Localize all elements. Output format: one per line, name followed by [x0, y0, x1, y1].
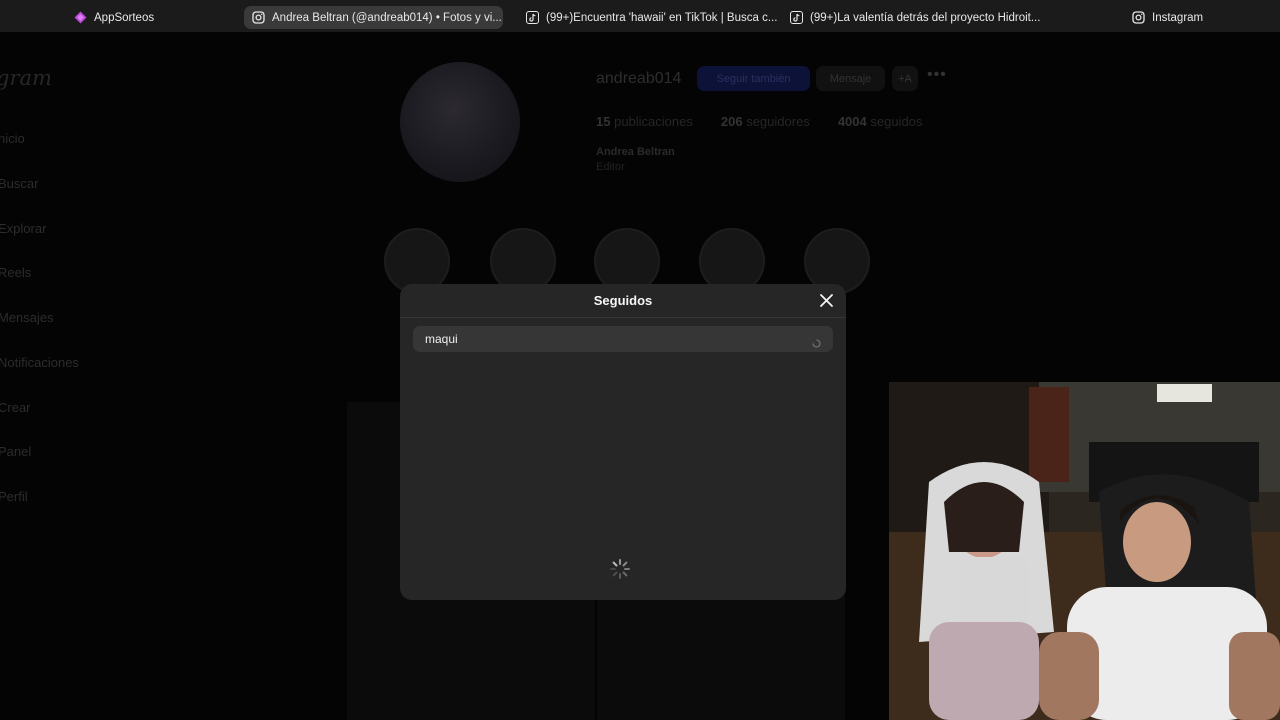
sidebar-item-buscar[interactable]: Buscar — [0, 176, 38, 191]
appsorteos-icon — [74, 11, 87, 24]
sidebar: gram nicio Buscar Explorar Reels Mensaje… — [0, 32, 200, 720]
tab-label: (99+)Encuentra 'hawaii' en TikTok | Busc… — [546, 11, 778, 24]
instagram-logo[interactable]: gram — [0, 66, 52, 90]
suggest-user-button[interactable]: +A — [892, 66, 918, 91]
followers-stat[interactable]: 206 seguidores — [721, 114, 810, 129]
dialog-header: Seguidos — [400, 284, 846, 318]
instagram-icon — [1132, 11, 1145, 24]
tab-instagram[interactable]: Instagram — [1124, 6, 1211, 29]
webcam-overlay — [889, 382, 1280, 720]
tab-label: Andrea Beltran (@andreab014) • Fotos y v… — [272, 11, 502, 24]
following-search[interactable] — [413, 326, 833, 352]
posts-stat: 15 publicaciones — [596, 114, 693, 129]
tab-tiktok-search[interactable]: (99+)Encuentra 'hawaii' en TikTok | Busc… — [518, 6, 785, 29]
tab-instagram-profile[interactable]: Andrea Beltran (@andreab014) • Fotos y v… — [244, 6, 503, 29]
tab-label: AppSorteos — [94, 11, 155, 24]
loading-spinner-icon — [609, 558, 631, 580]
profile-avatar[interactable] — [400, 62, 520, 182]
sidebar-item-reels[interactable]: Reels — [0, 265, 31, 280]
tiktok-icon — [526, 11, 539, 24]
sidebar-item-crear[interactable]: Crear — [0, 400, 31, 415]
following-stat[interactable]: 4004 seguidos — [838, 114, 923, 129]
sidebar-item-panel[interactable]: Panel — [0, 444, 31, 459]
tiktok-icon — [790, 11, 803, 24]
sidebar-item-inicio[interactable]: nicio — [0, 131, 25, 146]
following-dialog: Seguidos — [400, 284, 846, 600]
sidebar-item-notificaciones[interactable]: Notificaciones — [0, 355, 79, 370]
profile-full-name: Andrea Beltran — [596, 146, 675, 158]
profile-stats: 15 publicaciones 206 seguidores 4004 seg… — [596, 114, 922, 129]
more-options-icon[interactable]: ••• — [927, 66, 947, 84]
tab-tiktok-hidroit[interactable]: (99+)La valentía detrás del proyecto Hid… — [782, 6, 1048, 29]
tab-appsorteos[interactable]: AppSorteos — [66, 6, 162, 29]
search-input[interactable] — [425, 332, 812, 346]
instagram-icon — [252, 11, 265, 24]
profile-bio: Editor — [596, 161, 625, 173]
tab-label: (99+)La valentía detrás del proyecto Hid… — [810, 11, 1041, 24]
dialog-title: Seguidos — [593, 293, 653, 308]
browser-tab-bar: AppSorteos Andrea Beltran (@andreab014) … — [0, 0, 1280, 32]
close-icon[interactable] — [819, 293, 834, 308]
message-button[interactable]: Mensaje — [816, 66, 885, 91]
sidebar-item-explorar[interactable]: Explorar — [0, 221, 46, 236]
sidebar-item-mensajes[interactable]: Mensajes — [0, 310, 54, 325]
follow-back-button[interactable]: Seguir también — [697, 66, 810, 91]
profile-username: andreab014 — [596, 70, 682, 87]
search-loading-icon — [812, 335, 821, 348]
tab-label: Instagram — [1152, 11, 1204, 24]
sidebar-item-perfil[interactable]: Perfil — [0, 489, 28, 504]
